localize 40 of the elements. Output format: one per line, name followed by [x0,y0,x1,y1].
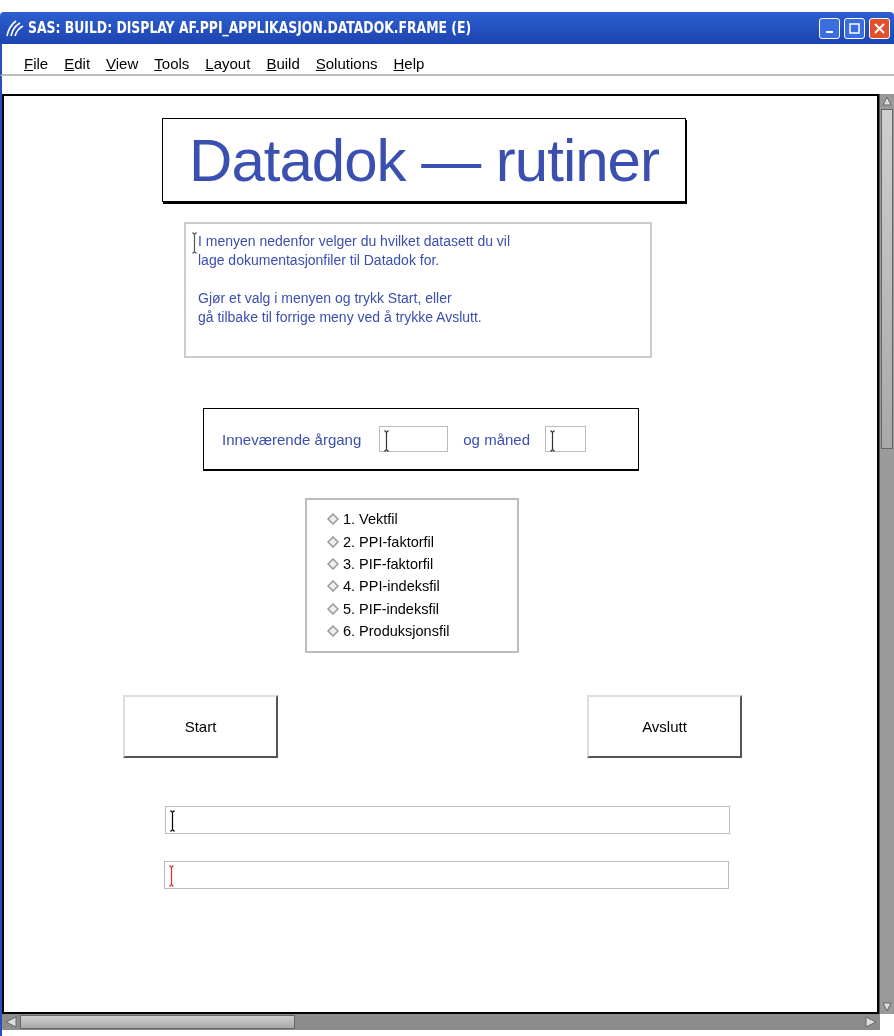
month-label: og måned [463,430,530,448]
intro-paragraph: Gjør et valg i menyen og trykk Start, eller gå tilbake til forrige meny ved å trykke Avslutt. [198,289,483,327]
menu-item[interactable]: View [98,52,147,74]
menu-item[interactable]: File [16,52,57,74]
menu-item[interactable]: Layout [197,52,259,74]
scroll-down-icon[interactable] [880,1000,894,1014]
horizontal-scrollbar[interactable] [2,1014,880,1030]
menu-item[interactable]: Edit [56,52,99,74]
radio-option[interactable]: 3. PIF-faktorfil [327,552,517,576]
close-button[interactable] [869,17,890,39]
close-icon [874,22,885,34]
menu-item[interactable]: Help [385,52,433,74]
intro-text-box[interactable]: I menyen nedenfor velger du hvilket datasett du vil lage dokumentasjonfiler til Datadok for. Gjør et valg i menyen og trykk Start, eller gå tilbake til forrige meny ved å trykke Avslutt. [184,222,652,358]
radio-option[interactable]: 2. PPI-faktorfil [327,530,517,553]
year-field[interactable] [379,426,449,452]
text-cursor-icon [550,430,555,452]
window-title: SAS: BUILD: DISPLAY AF.PPI_APPLIKASJON.DATADOK.FRAME (E) [28,19,473,37]
vertical-scrollbar[interactable] [879,94,894,1014]
radio-option[interactable]: 4. PPI-indeksfil [327,575,517,598]
maximize-icon [849,22,860,34]
text-cursor-icon [384,430,390,452]
menu-item[interactable]: Tools [146,52,198,74]
year-label: Inneværende årgang [222,430,362,448]
minimize-icon [826,31,833,33]
text-cursor-icon [192,232,197,254]
minimize-button[interactable] [819,17,840,39]
action-button[interactable]: Start [123,695,278,758]
radio-option[interactable]: 5. PIF-indeksfil [327,597,517,620]
radio-option[interactable]: 1. Vektfil [327,508,517,531]
message-field[interactable] [164,861,729,889]
action-button[interactable]: Avslutt [587,695,742,758]
message-field[interactable] [165,806,730,834]
menu-item[interactable]: Build [258,52,308,74]
maximize-button[interactable] [844,17,865,39]
sas-logo-icon [4,18,24,38]
month-field[interactable] [545,426,586,452]
menu-item[interactable]: Solutions [307,52,386,74]
heading: Datadok — rutiner [189,125,659,195]
intro-paragraph: I menyen nedenfor velger du hvilket datasett du vil lage dokumentasjonfiler til Datadok for. [198,232,512,270]
radio-option[interactable]: 6. Produksjonsfil [327,619,517,643]
